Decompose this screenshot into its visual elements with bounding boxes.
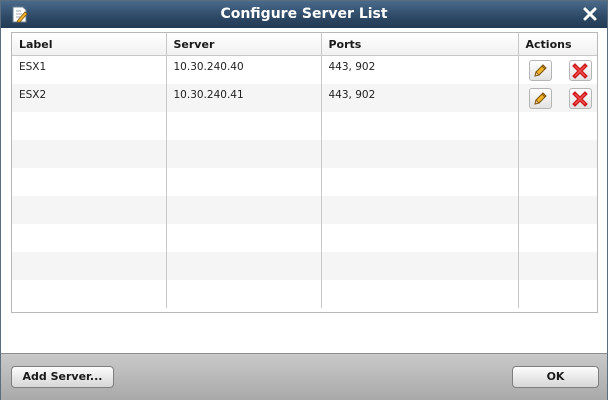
dialog-title: Configure Server List bbox=[220, 6, 388, 22]
empty-cell bbox=[321, 195, 519, 224]
actions-cell bbox=[518, 55, 597, 84]
empty-rows bbox=[12, 111, 597, 308]
column-header-server[interactable]: Server bbox=[166, 33, 322, 56]
empty-cell bbox=[321, 223, 519, 252]
red-x-icon bbox=[572, 63, 589, 79]
label-value: ESX2 bbox=[19, 88, 47, 101]
edit-button[interactable] bbox=[528, 87, 552, 109]
edit-button[interactable] bbox=[528, 60, 552, 81]
empty-cell bbox=[166, 223, 322, 252]
configure-server-list-dialog: Configure Server List Label Server Ports… bbox=[0, 0, 608, 400]
empty-table-row bbox=[12, 279, 597, 308]
empty-table-row bbox=[12, 195, 597, 224]
empty-cell bbox=[166, 195, 322, 224]
server-value: 10.30.240.40 bbox=[173, 61, 244, 73]
empty-cell bbox=[12, 139, 167, 168]
table-row[interactable]: ESX2 10.30.240.41 443, 902 bbox=[12, 83, 597, 112]
empty-cell bbox=[518, 223, 597, 252]
server-list-grid: Label Server Ports Actions ESX1 10.30.24… bbox=[11, 32, 598, 313]
actions-cell bbox=[518, 83, 597, 112]
empty-cell bbox=[12, 167, 167, 196]
empty-cell bbox=[166, 111, 322, 140]
empty-table-row bbox=[12, 251, 597, 280]
empty-cell bbox=[166, 251, 322, 280]
empty-cell bbox=[321, 139, 519, 168]
delete-button[interactable] bbox=[568, 87, 592, 109]
empty-cell bbox=[518, 139, 597, 168]
empty-cell bbox=[321, 279, 519, 308]
table-header-row: Label Server Ports Actions bbox=[12, 33, 597, 56]
empty-cell bbox=[321, 251, 519, 280]
table-row[interactable]: ESX1 10.30.240.40 443, 902 bbox=[12, 55, 597, 84]
ok-button[interactable]: OK bbox=[512, 366, 599, 388]
add-server-button[interactable]: Add Server... bbox=[11, 366, 114, 388]
pencil-icon bbox=[534, 64, 547, 77]
empty-cell bbox=[166, 167, 322, 196]
server-cell: 10.30.240.41 bbox=[166, 83, 322, 112]
empty-cell bbox=[321, 167, 519, 196]
empty-cell bbox=[518, 167, 597, 196]
empty-cell bbox=[518, 251, 597, 280]
ports-cell: 443, 902 bbox=[321, 83, 519, 112]
column-header-label[interactable]: Label bbox=[12, 33, 167, 56]
label-cell: ESX2 bbox=[12, 83, 167, 112]
empty-cell bbox=[518, 111, 597, 140]
ports-cell: 443, 902 bbox=[321, 55, 519, 84]
empty-table-row bbox=[12, 111, 597, 140]
close-icon[interactable] bbox=[582, 6, 598, 22]
pencil-icon bbox=[534, 91, 547, 105]
empty-cell bbox=[12, 279, 167, 308]
column-header-actions: Actions bbox=[518, 33, 597, 56]
empty-cell bbox=[12, 195, 167, 224]
ports-value: 443, 902 bbox=[328, 61, 376, 73]
column-header-ports[interactable]: Ports bbox=[321, 33, 519, 56]
dialog-footer: Add Server... OK bbox=[1, 353, 607, 400]
empty-cell bbox=[321, 111, 519, 140]
server-value: 10.30.240.41 bbox=[173, 88, 244, 101]
empty-table-row bbox=[12, 139, 597, 168]
label-value: ESX1 bbox=[19, 61, 47, 73]
empty-cell bbox=[518, 195, 597, 224]
empty-cell bbox=[166, 139, 322, 168]
delete-button[interactable] bbox=[568, 60, 592, 81]
empty-cell bbox=[12, 251, 167, 280]
empty-table-row bbox=[12, 167, 597, 196]
title-bar[interactable]: Configure Server List bbox=[1, 1, 607, 28]
empty-cell bbox=[166, 279, 322, 308]
ports-value: 443, 902 bbox=[328, 88, 376, 101]
label-cell: ESX1 bbox=[12, 55, 167, 84]
empty-cell bbox=[12, 111, 167, 140]
server-cell: 10.30.240.40 bbox=[166, 55, 322, 84]
server-table: Label Server Ports Actions ESX1 10.30.24… bbox=[12, 33, 597, 308]
red-x-icon bbox=[572, 90, 589, 107]
empty-table-row bbox=[12, 223, 597, 252]
empty-cell bbox=[518, 279, 597, 308]
empty-cell bbox=[12, 223, 167, 252]
